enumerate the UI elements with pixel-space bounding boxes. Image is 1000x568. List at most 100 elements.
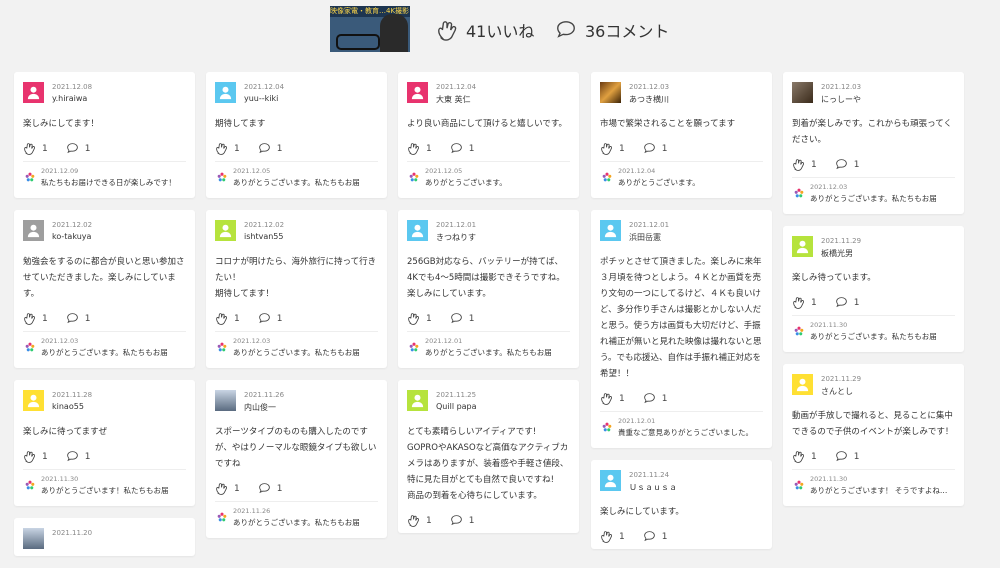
reply-button[interactable] (66, 312, 79, 325)
project-thumbnail[interactable]: 映像家電・教育…4K撮影・AI自動 (330, 6, 410, 52)
clap-button[interactable] (792, 450, 805, 463)
user-icon (411, 86, 424, 100)
clap-count: 1 (234, 483, 240, 494)
clap-button[interactable] (215, 142, 228, 155)
clap-button[interactable] (23, 450, 36, 463)
user-name[interactable]: にっしーや (821, 94, 861, 105)
avatar[interactable] (407, 390, 428, 411)
avatar[interactable] (215, 220, 236, 241)
user-name[interactable]: y.hiraiwa (52, 94, 87, 103)
avatar[interactable] (23, 82, 44, 103)
reply-button[interactable] (835, 450, 848, 463)
user-name[interactable]: 大東 英仁 (436, 94, 471, 105)
reply-button[interactable] (450, 142, 463, 155)
clap-button[interactable] (792, 158, 805, 171)
clap-icon (408, 143, 420, 155)
avatar[interactable] (23, 220, 44, 241)
comment-date: 2021.12.04 (436, 83, 477, 91)
clap-button[interactable] (792, 296, 805, 309)
clap-icon (601, 393, 613, 405)
reply-button[interactable] (258, 312, 271, 325)
likes-count: 41いいね (466, 22, 535, 41)
avatar[interactable] (23, 390, 44, 411)
user-name[interactable]: ko-takuya (52, 232, 91, 241)
reply-button[interactable] (835, 296, 848, 309)
comments-counter[interactable]: 36コメント (555, 18, 669, 42)
clap-count: 1 (619, 531, 625, 542)
reply-button[interactable] (643, 530, 656, 543)
user-name[interactable]: Quill papa (436, 402, 477, 411)
comment-text: 256GB対応なら、バッテリーが持てば、4Kでも4〜5時間は撮影できそうですね。… (407, 257, 565, 299)
reply-button[interactable] (643, 392, 656, 405)
avatar[interactable] (407, 220, 428, 241)
user-name[interactable]: 板橋光男 (821, 248, 853, 259)
clap-button[interactable] (600, 530, 613, 543)
clap-button[interactable] (215, 312, 228, 325)
user-icon (27, 224, 40, 238)
comment-card: 2021.11.26 内山俊一 スポーツタイプのものも購入したのですが、やはりノーマ… (206, 380, 387, 538)
comment-header: 2021.12.01 きつねりす (398, 210, 579, 248)
user-name[interactable]: きつねりす (436, 232, 476, 243)
reply-button[interactable] (66, 450, 79, 463)
star-logo-icon (25, 172, 35, 182)
reply-date: 2021.12.03 (810, 183, 848, 191)
comment-icon (66, 451, 78, 462)
clap-button[interactable] (407, 514, 420, 527)
clap-button[interactable] (215, 482, 228, 495)
comment-actions: 11 (783, 286, 964, 315)
reply-count: 1 (276, 483, 283, 494)
comment-icon (66, 313, 78, 324)
comment-actions: 11 (783, 148, 964, 177)
reply-button[interactable] (450, 312, 463, 325)
clap-button[interactable] (23, 312, 36, 325)
reply-count: 1 (84, 313, 91, 324)
clap-button[interactable] (23, 142, 36, 155)
presenter-image (380, 14, 408, 52)
clap-count: 1 (426, 313, 432, 324)
reply-button[interactable] (258, 142, 271, 155)
user-name[interactable]: あつき横川 (629, 94, 669, 105)
user-name[interactable]: 浜田岳憲 (629, 232, 661, 243)
clap-button[interactable] (600, 392, 613, 405)
comment-icon (643, 393, 655, 404)
reply-button[interactable] (66, 142, 79, 155)
star-logo-icon (602, 172, 612, 182)
avatar[interactable] (792, 82, 813, 103)
likes-counter[interactable]: 41いいね (436, 18, 534, 42)
comment-text: 市場で繁栄されることを願ってます (600, 119, 736, 129)
comment-date: 2021.12.02 (244, 221, 285, 229)
user-icon (27, 86, 40, 100)
owner-reply: 2021.12.04 ありがとうございます。 (600, 161, 763, 198)
owner-reply: 2021.12.03 ありがとうございます。私たちもお届 (215, 331, 378, 368)
user-name[interactable]: kinao55 (52, 402, 84, 411)
clap-button[interactable] (407, 312, 420, 325)
comment-date: 2021.11.29 (821, 375, 862, 383)
reply-button[interactable] (258, 482, 271, 495)
comment-card: 2021.11.20 (14, 518, 195, 556)
user-name[interactable]: yuu--kiki (244, 94, 278, 103)
reply-button[interactable] (450, 514, 463, 527)
avatar[interactable] (407, 82, 428, 103)
avatar[interactable] (792, 236, 813, 257)
user-name[interactable]: ishtvan55 (244, 232, 283, 241)
comment-icon (835, 451, 847, 462)
avatar[interactable] (215, 390, 236, 411)
reply-button[interactable] (835, 158, 848, 171)
user-name[interactable]: Ｕｓａｕｓａ (629, 482, 677, 493)
avatar[interactable] (23, 528, 44, 549)
comment-card: 2021.11.29 さんとし 動画が手放しで撮れると、見ることに集中できるので子供… (783, 364, 964, 506)
clap-button[interactable] (407, 142, 420, 155)
avatar[interactable] (600, 82, 621, 103)
reply-button[interactable] (643, 142, 656, 155)
avatar[interactable] (600, 470, 621, 491)
avatar[interactable] (215, 82, 236, 103)
clap-button[interactable] (600, 142, 613, 155)
user-name[interactable]: 内山俊一 (244, 402, 276, 413)
star-logo-icon (794, 326, 804, 336)
avatar[interactable] (600, 220, 621, 241)
avatar[interactable] (792, 374, 813, 395)
reply-date: 2021.12.09 (41, 167, 79, 175)
comment-actions: 11 (206, 132, 387, 161)
comment-header: 2021.11.20 (14, 518, 195, 556)
user-name[interactable]: さんとし (821, 386, 853, 397)
